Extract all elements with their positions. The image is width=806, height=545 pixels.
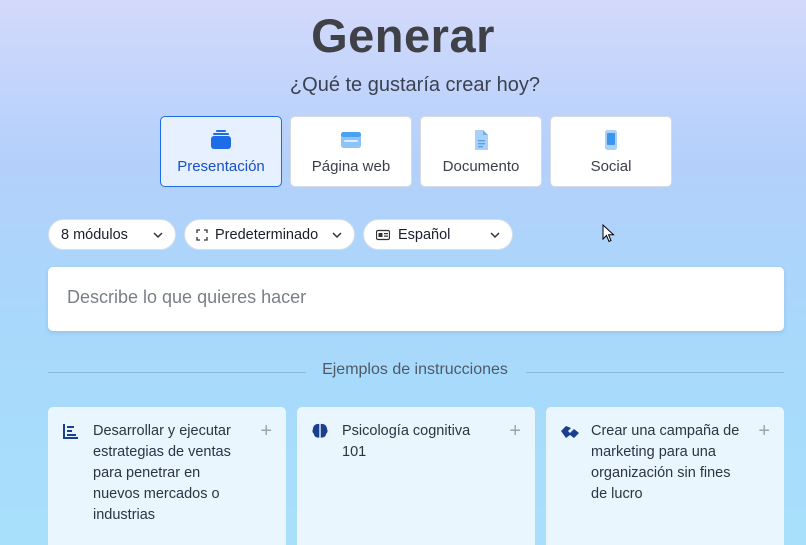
example-text: Desarrollar y ejecutar estrategias de ve…	[93, 423, 231, 523]
handshake-icon	[560, 422, 580, 445]
add-icon[interactable]: +	[758, 420, 770, 443]
type-card-label: Página web	[311, 158, 391, 175]
type-card-presentation[interactable]: Presentación	[160, 116, 282, 187]
example-card[interactable]: Desarrollar y ejecutar estrategias de ve…	[48, 407, 286, 545]
add-icon[interactable]: +	[260, 420, 272, 443]
page-title: Generar	[311, 9, 495, 62]
webpage-icon	[340, 129, 362, 151]
prompt-box[interactable]	[48, 267, 784, 331]
type-card-document[interactable]: Documento	[420, 116, 542, 187]
chevron-down-icon	[489, 229, 501, 245]
modules-value: 8 módulos	[61, 226, 128, 243]
add-icon[interactable]: +	[509, 420, 521, 443]
example-card[interactable]: Crear una campaña de marketing para una …	[546, 407, 784, 545]
expand-icon	[196, 228, 208, 241]
mouse-cursor-icon	[602, 223, 615, 248]
presentation-icon	[210, 129, 232, 151]
prompt-input[interactable]	[67, 287, 757, 308]
type-card-label: Presentación	[177, 158, 265, 175]
type-card-label: Social	[590, 158, 632, 175]
example-text: Psicología cognitiva 101	[342, 423, 471, 460]
divider-right	[526, 372, 784, 373]
phone-icon	[600, 129, 622, 151]
bar-chart-icon	[62, 422, 80, 445]
type-card-social[interactable]: Social	[550, 116, 672, 187]
format-value: Predeterminado	[215, 226, 319, 243]
language-value: Español	[398, 226, 451, 243]
language-dropdown[interactable]: Español	[363, 219, 513, 250]
modules-dropdown[interactable]: 8 módulos	[48, 219, 176, 250]
example-card[interactable]: Psicología cognitiva 101 +	[297, 407, 535, 545]
type-card-webpage[interactable]: Página web	[290, 116, 412, 187]
examples-heading: Ejemplos de instrucciones	[322, 361, 508, 378]
page-subtitle: ¿Qué te gustaría crear hoy?	[289, 74, 541, 96]
divider-left	[48, 372, 306, 373]
example-text: Crear una campaña de marketing para una …	[591, 423, 740, 502]
language-icon	[376, 229, 390, 241]
format-dropdown[interactable]: Predeterminado	[184, 219, 355, 250]
chevron-down-icon	[331, 229, 343, 245]
brain-icon	[311, 422, 329, 445]
type-card-label: Documento	[442, 158, 520, 175]
document-icon	[470, 129, 492, 151]
chevron-down-icon	[152, 229, 164, 245]
